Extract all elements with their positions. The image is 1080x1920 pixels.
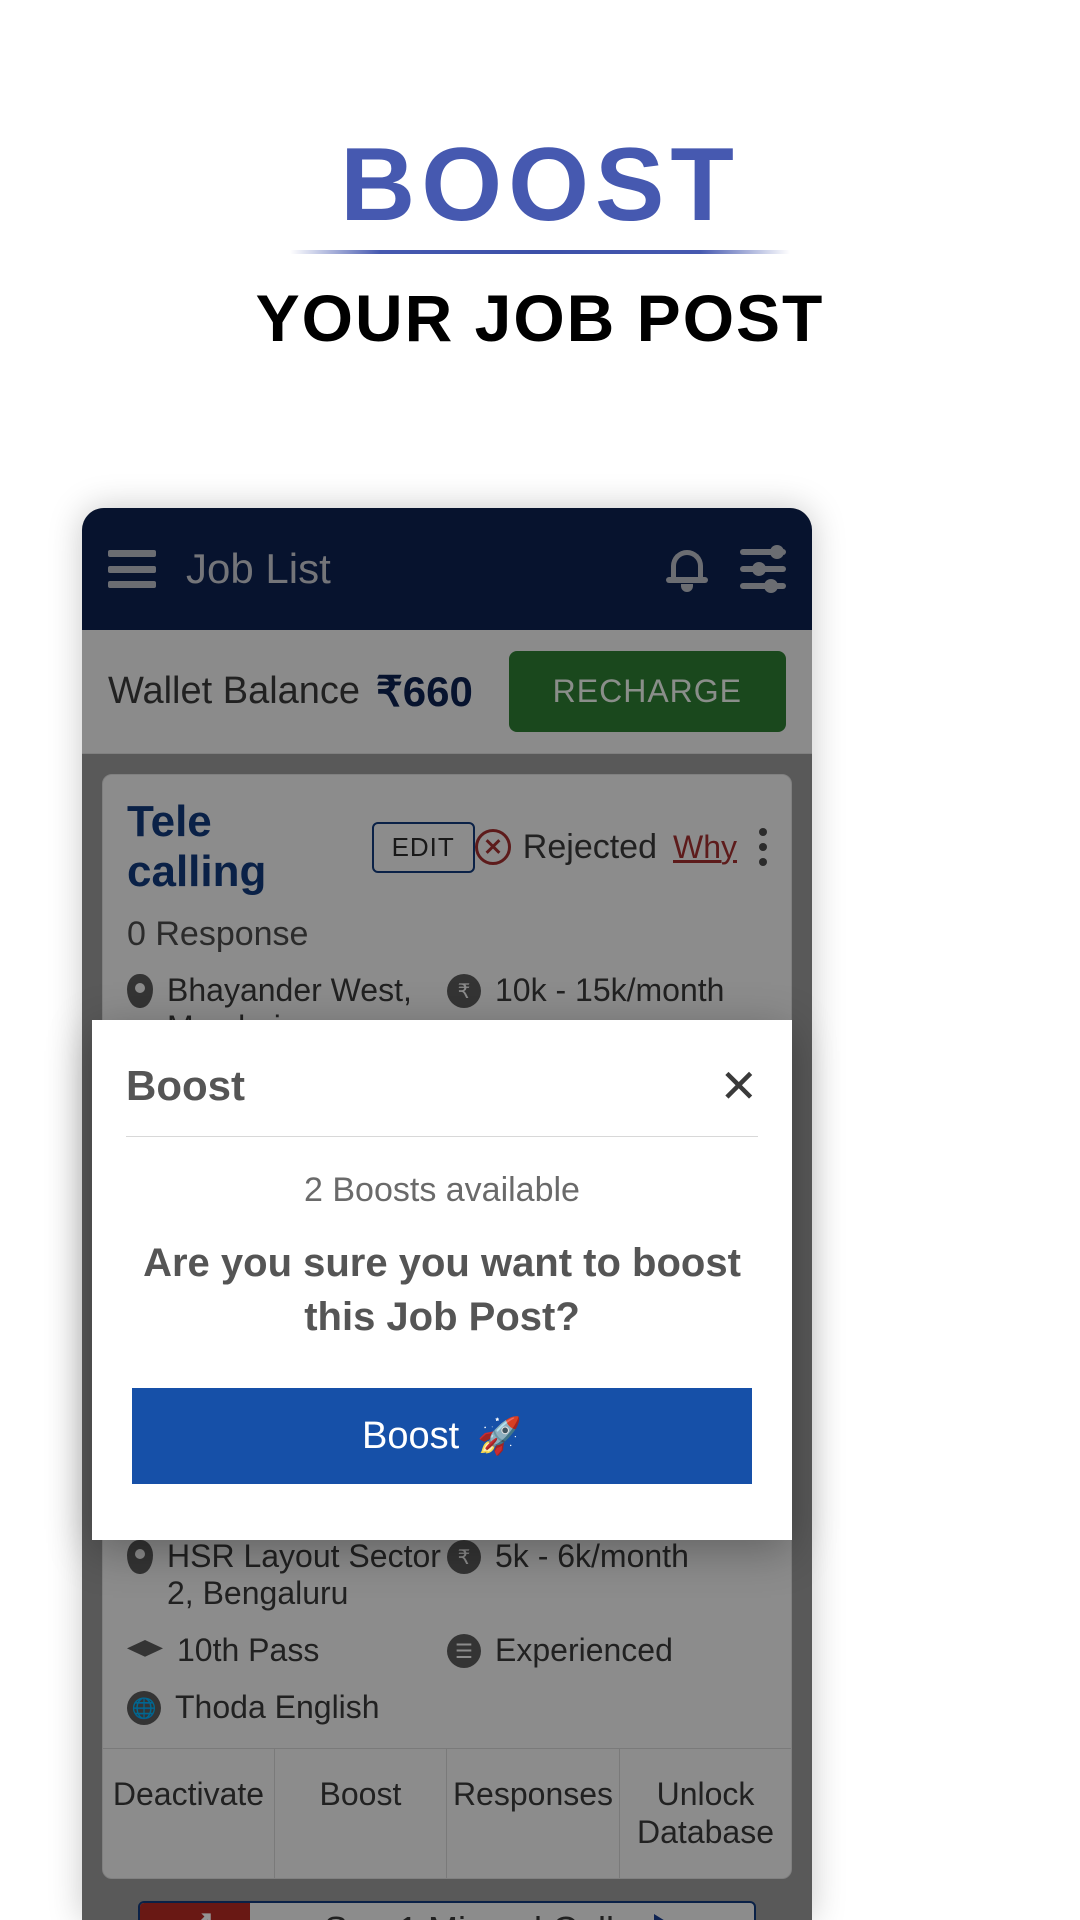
job-actions: Deactivate Boost Responses Unlock Databa… [103, 1748, 791, 1878]
modal-body: 2 Boosts available Are you sure you want… [92, 1137, 792, 1484]
bell-icon[interactable] [666, 546, 708, 592]
rupee-icon: ₹ [447, 1540, 481, 1574]
modal-title: Boost [126, 1062, 245, 1109]
location-meta: HSR Layout Sector 2, Bengaluru [127, 1538, 447, 1612]
missed-calls-row: See 1 Missed Calls [250, 1903, 754, 1920]
salary-text: 5k - 6k/month [495, 1538, 689, 1574]
app-bar: Job List [82, 508, 812, 630]
education-meta: 10th Pass [127, 1632, 447, 1669]
education-text: 10th Pass [177, 1632, 320, 1668]
confirm-text: Are you sure you want to boost this Job … [143, 1241, 741, 1339]
wallet-amount: ₹660 [376, 668, 473, 715]
why-link[interactable]: Why [673, 829, 737, 866]
graduation-cap-icon [127, 1640, 163, 1657]
experience-text: Experienced [495, 1632, 673, 1668]
job-title: Tele calling [127, 797, 267, 896]
hamburger-icon[interactable] [108, 550, 156, 588]
sliders-icon[interactable] [740, 545, 786, 593]
missed-calls-banner[interactable]: See 1 Missed Calls [138, 1900, 756, 1920]
modal-header: Boost ✕ [92, 1020, 792, 1136]
promo-divider [290, 250, 790, 255]
promo-subtitle: YOUR JOB POST [255, 281, 825, 356]
salary-text: 10k - 15k/month [495, 972, 725, 1008]
english-text: Thoda English [175, 1689, 380, 1725]
boost-confirm-button[interactable]: Boost 🚀 [132, 1388, 752, 1484]
boost-modal: Boost ✕ 2 Boosts available Are you sure … [92, 1020, 792, 1540]
english-meta: 🌐 Thoda English [127, 1689, 447, 1726]
kebab-menu-icon[interactable] [759, 828, 767, 866]
page-title: Job List [186, 545, 331, 592]
response-count: 0 Response [127, 915, 309, 953]
app-bar-actions [666, 545, 786, 593]
location-text: HSR Layout Sector 2, Bengaluru [167, 1538, 441, 1611]
job-meta: HSR Layout Sector 2, Bengaluru ₹ 5k - 6k… [127, 1538, 767, 1726]
salary-meta: ₹ 5k - 6k/month [447, 1538, 767, 1612]
edit-button[interactable]: EDIT [371, 821, 475, 873]
boost-button[interactable]: Boost [275, 1749, 447, 1878]
status-text: Rejected [522, 827, 657, 866]
globe-icon: 🌐 [127, 1691, 161, 1725]
deactivate-button[interactable]: Deactivate [103, 1749, 275, 1878]
boosts-available-text: 2 Boosts available [304, 1171, 580, 1209]
experience-meta: ☰ Experienced [447, 1632, 767, 1669]
location-pin-icon [127, 974, 153, 1008]
play-arrow-icon[interactable] [654, 1913, 681, 1920]
job-card-header: Tele calling EDIT Rejected Why [127, 797, 767, 897]
missed-calls-text: See 1 Missed Calls [324, 1909, 632, 1920]
location-pin-icon [127, 1540, 153, 1574]
rejected-icon [474, 829, 511, 865]
boost-button-label: Boost [362, 1414, 460, 1457]
unlock-database-button[interactable]: Unlock Database [620, 1749, 791, 1878]
rocket-icon: 🚀 [477, 1415, 522, 1456]
rupee-icon: ₹ [447, 974, 481, 1008]
promo-header: BOOST YOUR JOB POST [0, 0, 1080, 356]
list-icon: ☰ [447, 1634, 481, 1668]
wallet-label: Wallet Balance [108, 670, 361, 712]
recharge-button[interactable]: RECHARGE [508, 651, 786, 732]
promo-page: BOOST YOUR JOB POST Job List Wallet Bala… [0, 0, 1080, 1920]
responses-button[interactable]: Responses [447, 1749, 621, 1878]
missed-call-icon [140, 1902, 250, 1920]
promo-title: BOOST [340, 127, 740, 243]
close-icon[interactable]: ✕ [719, 1063, 758, 1109]
wallet-bar: Wallet Balance ₹660 RECHARGE [82, 630, 812, 754]
status-badge: Rejected Why [474, 827, 737, 867]
